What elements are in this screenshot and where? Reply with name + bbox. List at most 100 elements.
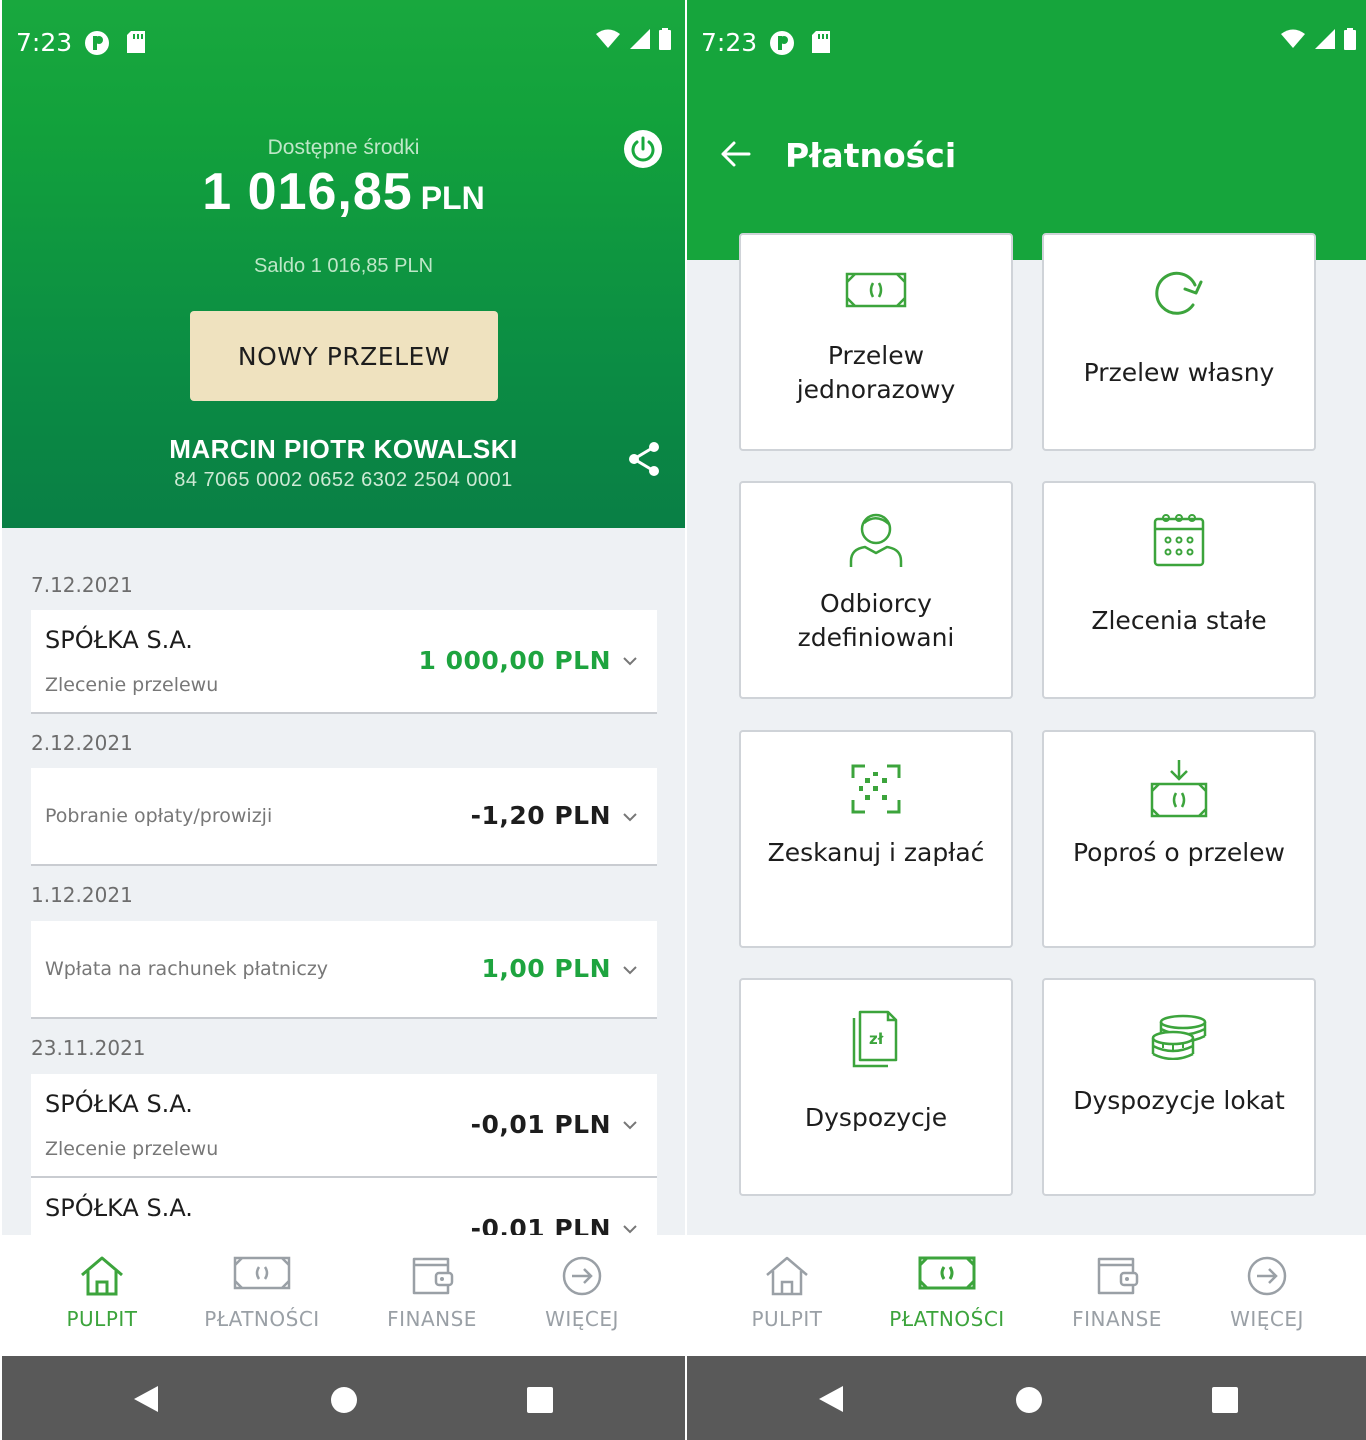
signal-icon	[1315, 29, 1335, 49]
nav-label: FINANSE	[1072, 1307, 1162, 1331]
transaction-description: Zlecenie przelewu	[45, 674, 219, 696]
bottom-navigation: PULPIT PŁATNOŚCI FINANSE WIĘCEJ	[687, 1235, 1366, 1356]
tile-dispositions[interactable]: zł Dyspozycje	[739, 978, 1013, 1196]
transaction-amount: 1,00 PLN	[481, 954, 611, 983]
home-circle-icon[interactable]	[1015, 1386, 1043, 1414]
power-icon	[631, 136, 655, 162]
tile-one-time-transfer[interactable]: Przelew jednorazowy	[739, 233, 1013, 451]
transaction-date: 1.12.2021	[31, 883, 133, 907]
chevron-down-icon[interactable]	[623, 810, 637, 824]
tile-request-transfer[interactable]: Poproś o przelew	[1042, 730, 1316, 948]
person-icon	[849, 513, 903, 567]
tile-label: Zeskanuj i zapłać	[767, 838, 985, 867]
nav-platnosci[interactable]: PŁATNOŚCI	[182, 1235, 342, 1356]
tile-label: Poproś o przelew	[1072, 838, 1285, 867]
recents-square-icon[interactable]	[526, 1386, 554, 1414]
tile-scan-and-pay[interactable]: Zeskanuj i zapłać	[739, 730, 1013, 948]
battery-icon	[1344, 28, 1356, 50]
system-navigation-bar	[687, 1356, 1366, 1440]
app-notification-icon	[770, 31, 794, 55]
calendar-icon	[1153, 514, 1205, 567]
nav-wiecej[interactable]: WIĘCEJ	[1187, 1235, 1347, 1356]
transaction-title: SPÓŁKA S.A.	[45, 1194, 193, 1222]
saldo-text: Saldo 1 016,85 PLN	[253, 255, 434, 277]
home-circle-icon[interactable]	[330, 1386, 358, 1414]
sd-card-icon	[127, 31, 145, 53]
transaction-list[interactable]: 7.12.2021 SPÓŁKA S.A. Zlecenie przelewu …	[2, 528, 685, 1235]
wallet-icon	[1097, 1257, 1139, 1295]
status-icons	[595, 28, 671, 50]
tile-defined-recipients[interactable]: Odbiorcy zdefiniowani	[739, 481, 1013, 699]
recents-square-icon[interactable]	[1211, 1386, 1239, 1414]
nav-label: FINANSE	[387, 1307, 477, 1331]
new-transfer-button[interactable]: NOWY PRZELEW	[190, 311, 498, 401]
signal-icon	[630, 29, 650, 49]
home-icon	[81, 1256, 123, 1296]
status-time: 7:23	[701, 28, 758, 57]
chevron-down-icon[interactable]	[623, 1118, 637, 1132]
chevron-down-icon[interactable]	[623, 963, 637, 977]
app-notification-icon	[85, 31, 109, 55]
transaction-date: 7.12.2021	[31, 573, 133, 597]
balance-amount: 1 016,85	[202, 163, 413, 221]
wifi-icon	[596, 29, 620, 48]
document-zl-icon: zł	[852, 1010, 898, 1068]
tile-label: Zlecenia stałe	[1091, 606, 1267, 635]
tile-label: Dyspozycje lokat	[1073, 1086, 1285, 1115]
nav-label: PULPIT	[751, 1307, 823, 1331]
request-money-icon	[1150, 760, 1208, 818]
chevron-down-icon[interactable]	[623, 654, 637, 668]
transaction-row[interactable]: Pobranie opłaty/prowizji -1,20 PLN	[31, 768, 657, 866]
nav-label: PŁATNOŚCI	[889, 1307, 1005, 1331]
sd-card-icon	[812, 31, 830, 53]
transaction-description: Zlecenie przelewu	[45, 1138, 219, 1160]
nav-pulpit[interactable]: PULPIT	[707, 1235, 867, 1356]
nav-finanse[interactable]: FINANSE	[352, 1235, 512, 1356]
arrow-circle-icon	[1247, 1256, 1287, 1296]
transaction-row[interactable]: SPÓŁKA S.A. Zlecenie przelewu -0,01 PLN	[31, 1074, 657, 1178]
tile-standing-orders[interactable]: Zlecenia stałe	[1042, 481, 1316, 699]
back-triangle-icon[interactable]	[132, 1384, 160, 1414]
available-funds-label: Dostępne środki	[267, 136, 420, 159]
back-arrow-icon[interactable]	[719, 138, 751, 170]
transaction-amount: -0,01 PLN	[470, 1214, 611, 1235]
account-owner-name: MARCIN PIOTR KOWALSKI	[169, 434, 518, 464]
tile-label: Przelew jednorazowy	[796, 341, 956, 404]
wifi-icon	[1281, 29, 1305, 48]
status-bar: 7:23	[2, 0, 685, 86]
account-number: 84 7065 0002 0652 6302 2504 0001	[174, 469, 513, 491]
transaction-title: SPÓŁKA S.A.	[45, 1090, 193, 1118]
svg-text:zł: zł	[869, 1030, 884, 1048]
payments-screen: 7:23 Płatności Przelew jednorazowy Przel…	[687, 0, 1366, 1440]
chevron-down-icon[interactable]	[623, 1222, 637, 1235]
transaction-row[interactable]: SPÓŁKA S.A. Zlecenie przelewu 1 000,00 P…	[31, 610, 657, 714]
banknote-icon	[233, 1256, 291, 1290]
banknote-icon	[845, 272, 907, 308]
page-title: Płatności	[785, 136, 957, 175]
tile-own-transfer[interactable]: Przelew własny	[1042, 233, 1316, 451]
transaction-date: 2.12.2021	[31, 731, 133, 755]
back-triangle-icon[interactable]	[817, 1384, 845, 1414]
status-time: 7:23	[16, 28, 73, 57]
logout-button[interactable]	[624, 130, 662, 168]
transaction-description: Wpłata na rachunek płatniczy	[45, 958, 329, 980]
nav-platnosci[interactable]: PŁATNOŚCI	[867, 1235, 1027, 1356]
transaction-date: 23.11.2021	[31, 1036, 146, 1060]
nav-finanse[interactable]: FINANSE	[1037, 1235, 1197, 1356]
bottom-navigation: PULPIT PŁATNOŚCI FINANSE WIĘCEJ	[2, 1235, 685, 1356]
share-icon[interactable]	[626, 440, 662, 478]
nav-label: WIĘCEJ	[545, 1307, 619, 1331]
tile-deposit-dispositions[interactable]: Dyspozycje lokat	[1042, 978, 1316, 1196]
balance-currency: PLN	[420, 180, 485, 216]
transaction-row[interactable]: Wpłata na rachunek płatniczy 1,00 PLN	[31, 921, 657, 1019]
transaction-amount: -0,01 PLN	[470, 1110, 611, 1139]
transaction-title: SPÓŁKA S.A.	[45, 626, 193, 654]
scan-icon	[851, 764, 901, 814]
transaction-row[interactable]: SPÓŁKA S.A. -0,01 PLN	[31, 1178, 657, 1235]
nav-pulpit[interactable]: PULPIT	[22, 1235, 182, 1356]
nav-label: PULPIT	[66, 1307, 138, 1331]
status-bar: 7:23	[687, 0, 1366, 86]
status-icons	[1280, 28, 1356, 50]
nav-wiecej[interactable]: WIĘCEJ	[502, 1235, 662, 1356]
available-balance: 1 016,85 PLN	[2, 162, 685, 222]
